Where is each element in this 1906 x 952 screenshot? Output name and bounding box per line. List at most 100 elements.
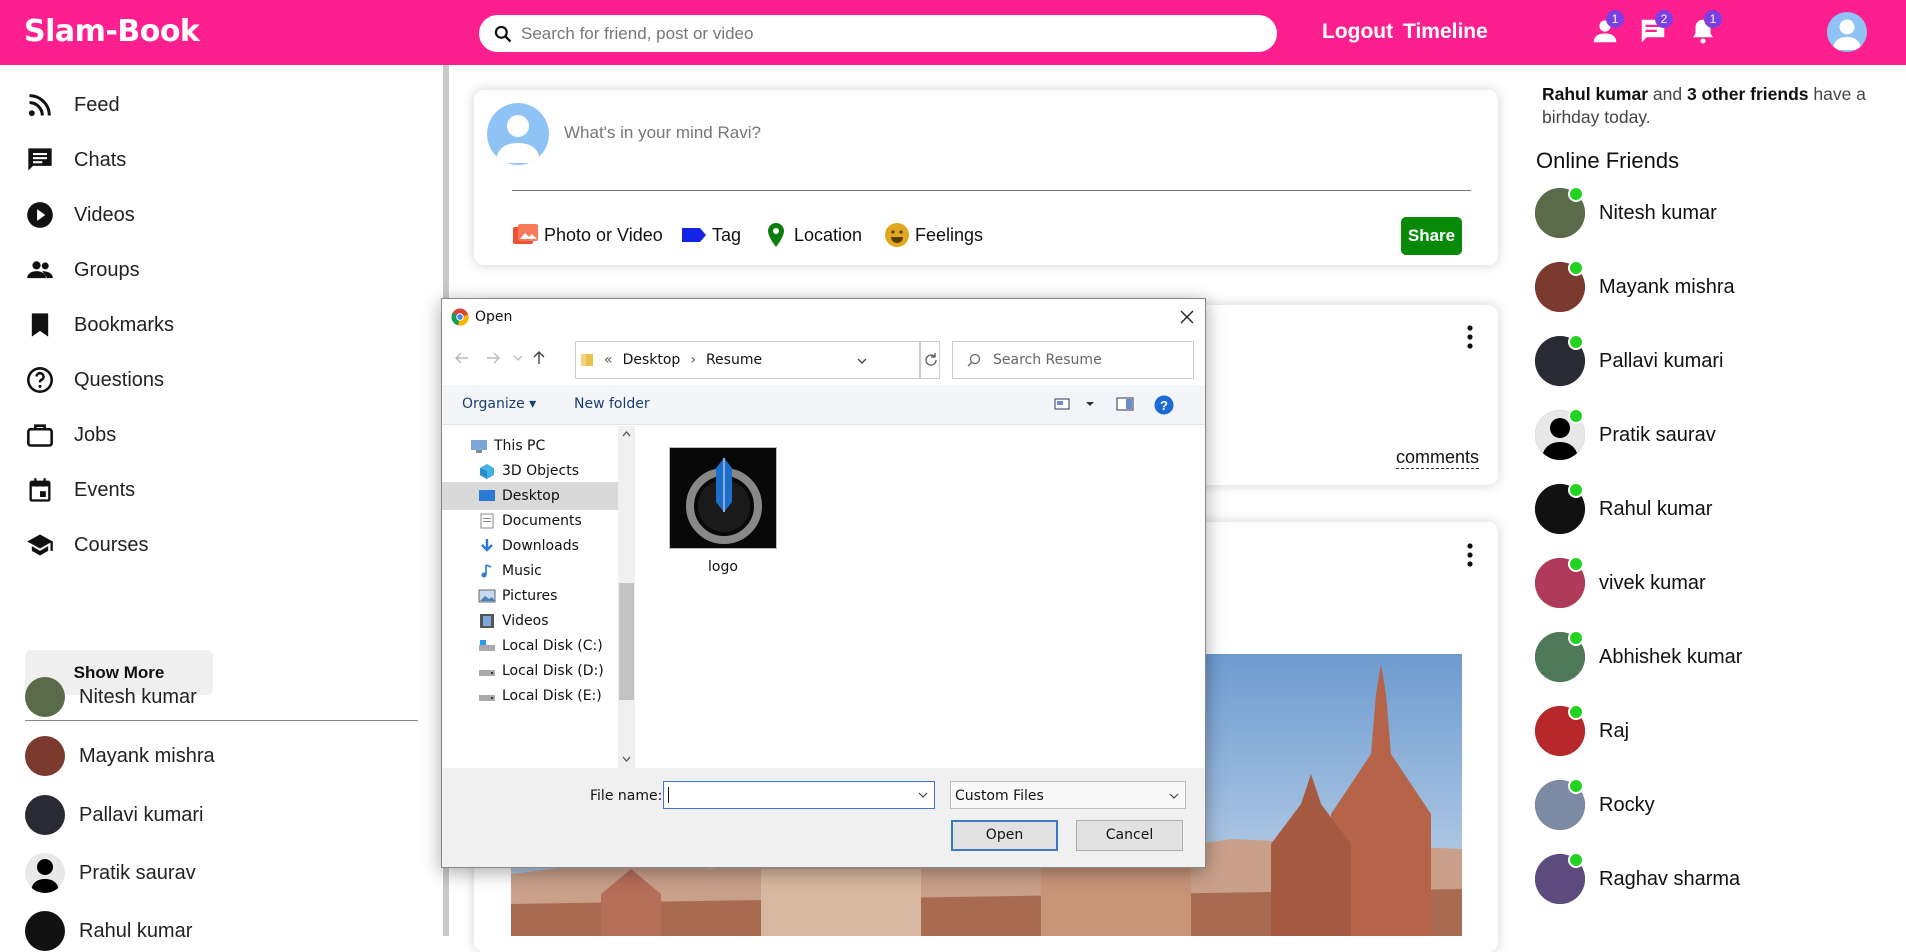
sidebar-item-courses[interactable]: Courses <box>26 525 148 565</box>
online-friend[interactable]: Pratik saurav <box>1535 408 1716 460</box>
tree-item-videos[interactable]: Videos <box>458 607 628 635</box>
chevron-up-icon[interactable] <box>622 430 631 437</box>
sidebar-item-chats[interactable]: Chats <box>26 140 126 180</box>
tree-label: Videos <box>502 613 549 629</box>
tag-option[interactable]: Tag <box>680 221 741 249</box>
dialog-title: Open <box>475 309 513 325</box>
online-friend[interactable]: Abhishek kumar <box>1535 630 1742 682</box>
tree-item-3d-objects[interactable]: 3D Objects <box>458 457 628 485</box>
breadcrumb-desktop[interactable]: Desktop <box>623 352 681 368</box>
online-friend[interactable]: Raghav sharma <box>1535 852 1741 904</box>
avatar <box>25 677 65 717</box>
sidebar-item-groups[interactable]: Groups <box>26 250 140 290</box>
more-options-icon[interactable] <box>1467 543 1473 567</box>
up-arrow-icon[interactable] <box>531 350 547 366</box>
app-logo[interactable]: Slam-Book <box>24 14 200 49</box>
sidebar-item-videos[interactable]: Videos <box>26 195 135 235</box>
file-name-label[interactable]: logo <box>669 559 777 575</box>
share-button[interactable]: Share <box>1401 217 1462 255</box>
help-icon[interactable]: ? <box>1154 395 1174 415</box>
tree-item-local-disk-c[interactable]: Local Disk (C:) <box>458 632 628 660</box>
tree-item-music[interactable]: Music <box>458 557 628 585</box>
breadcrumb-resume[interactable]: Resume <box>706 352 762 368</box>
tree-item-this-pc[interactable]: This PC <box>450 432 620 460</box>
online-friend[interactable]: Raj <box>1535 704 1629 756</box>
timeline-link[interactable]: Timeline <box>1403 20 1488 44</box>
new-folder-button[interactable]: New folder <box>574 396 650 412</box>
sidebar-item-label: Events <box>74 478 136 501</box>
more-options-icon[interactable] <box>1467 325 1473 349</box>
search-bar[interactable] <box>479 15 1277 52</box>
search-icon <box>494 25 512 42</box>
online-friend[interactable]: vivek kumar <box>1535 556 1706 608</box>
smiley-icon <box>885 223 909 247</box>
chevron-down-icon[interactable] <box>622 756 631 763</box>
preview-pane-icon[interactable] <box>1116 397 1134 411</box>
tree-label: Desktop <box>502 488 560 504</box>
back-arrow-icon[interactable] <box>454 350 470 366</box>
tree-item-local-disk-d[interactable]: Local Disk (D:) <box>458 657 628 685</box>
chevron-down-icon[interactable] <box>1085 400 1095 408</box>
tree-scrollbar[interactable] <box>618 426 635 768</box>
comments-link[interactable]: comments <box>1396 447 1480 469</box>
view-options-icon[interactable] <box>1054 397 1072 411</box>
friend-name: Rocky <box>1599 793 1655 816</box>
play-circle-icon <box>27 202 53 228</box>
birthday-name[interactable]: Rahul kumar <box>1542 84 1648 104</box>
online-indicator <box>1568 408 1584 424</box>
birthday-others[interactable]: 3 other friends <box>1687 84 1809 104</box>
refresh-button[interactable] <box>920 341 940 379</box>
sidebar-item-bookmarks[interactable]: Bookmarks <box>26 305 174 345</box>
online-friend[interactable]: Rahul kumar <box>1535 482 1712 534</box>
organize-menu[interactable]: Organize ▾ <box>462 396 536 412</box>
online-friend[interactable]: Nitesh kumar <box>1535 186 1717 238</box>
sidebar-friend[interactable]: Nitesh kumar <box>25 677 197 717</box>
sidebar-item-questions[interactable]: Questions <box>26 360 164 400</box>
search-input[interactable] <box>521 23 1221 44</box>
chevron-down-icon[interactable] <box>856 355 868 367</box>
photo-video-option[interactable]: Photo or Video <box>512 221 663 249</box>
logout-link[interactable]: Logout <box>1322 20 1393 44</box>
post-composer: What's in your mind Ravi? Photo or Video… <box>474 90 1498 265</box>
close-icon[interactable] <box>1175 305 1199 329</box>
file-type-select[interactable]: Custom Files <box>950 781 1186 809</box>
file-name-input[interactable] <box>663 781 935 809</box>
sidebar-friend[interactable]: Pallavi kumari <box>25 795 203 835</box>
breadcrumb[interactable]: « Desktop › Resume <box>575 341 920 379</box>
feelings-option[interactable]: Feelings <box>883 221 983 249</box>
tree-item-documents[interactable]: Documents <box>458 507 628 535</box>
recent-locations-icon[interactable] <box>510 350 526 366</box>
friend-name: Raghav sharma <box>1599 867 1741 890</box>
tree-item-pictures[interactable]: Pictures <box>458 582 628 610</box>
online-friend[interactable]: Mayank mishra <box>1535 260 1735 312</box>
user-avatar <box>487 103 549 165</box>
tree-item-downloads[interactable]: Downloads <box>458 532 628 560</box>
profile-avatar[interactable] <box>1827 12 1867 52</box>
composer-input[interactable]: What's in your mind Ravi? <box>564 123 761 143</box>
sidebar-friend[interactable]: Mayank mishra <box>25 736 215 776</box>
sidebar-friend[interactable]: Rahul kumar <box>25 911 192 951</box>
tree-item-local-disk-e[interactable]: Local Disk (E:) <box>458 682 628 710</box>
dialog-search-input[interactable]: Search Resume <box>952 341 1194 379</box>
photo-icon <box>513 224 538 244</box>
online-friend[interactable]: Pallavi kumari <box>1535 334 1723 386</box>
tree-label: Downloads <box>502 538 579 554</box>
file-thumbnail[interactable] <box>669 447 777 549</box>
cancel-button[interactable]: Cancel <box>1076 820 1183 851</box>
chevron-down-icon[interactable] <box>918 791 928 799</box>
avatar <box>1535 704 1585 756</box>
computer-icon <box>471 440 487 453</box>
sidebar-item-feed[interactable]: Feed <box>26 85 120 125</box>
sidebar-item-jobs[interactable]: Jobs <box>26 415 116 455</box>
scroll-thumb[interactable] <box>619 583 634 700</box>
location-option[interactable]: Location <box>762 221 862 249</box>
dialog-titlebar[interactable]: Open <box>442 299 1205 335</box>
online-indicator <box>1568 556 1584 572</box>
sidebar-item-events[interactable]: Events <box>26 470 135 510</box>
forward-arrow-icon[interactable] <box>485 350 501 366</box>
sidebar-friend[interactable]: Pratik saurav <box>25 853 196 893</box>
text-cursor <box>668 787 669 803</box>
online-friend[interactable]: Rocky <box>1535 778 1655 830</box>
tree-item-desktop[interactable]: Desktop <box>442 482 618 510</box>
open-button[interactable]: Open <box>951 820 1058 851</box>
